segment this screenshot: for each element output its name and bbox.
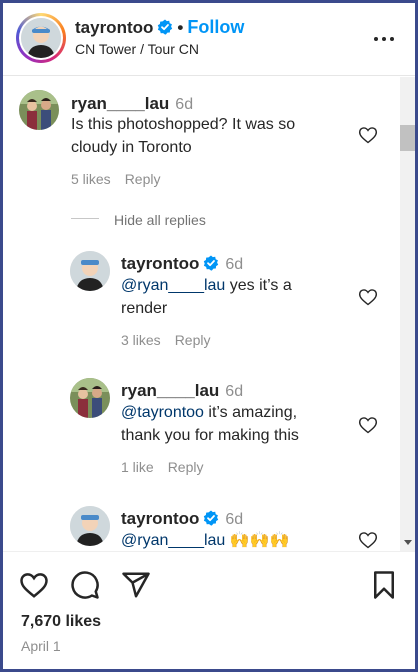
author-username[interactable]: tayrontoo [75,18,153,37]
post-location[interactable]: CN Tower / Tour CN [75,41,199,57]
comment-text: Is this photoshopped? It was so cloudy i… [71,116,296,156]
reply-button[interactable]: Reply [175,332,211,348]
verified-badge-icon [204,510,219,526]
scroll-down-arrow-icon[interactable] [404,540,412,545]
post-window: tayrontoo • Follow CN Tower / Tour CN ryan… [0,0,418,672]
mention-link[interactable]: @tayrontoo [121,404,204,421]
replier-avatar[interactable] [70,251,110,291]
scrollbar-thumb[interactable] [400,125,415,151]
comment-icon[interactable] [70,570,100,600]
reply-button[interactable]: Reply [168,459,204,475]
mention-link[interactable]: @ryan____lau [121,532,225,549]
replies-divider [71,218,99,219]
commenter-avatar[interactable] [19,90,59,130]
reply-time: 6d [225,511,244,528]
share-icon[interactable] [121,570,151,600]
author-username-row: tayrontoo • Follow [75,17,244,38]
mention-link[interactable]: @ryan____lau [121,277,225,294]
verified-badge-icon [158,19,173,35]
more-horizontal-icon[interactable] [372,27,396,51]
heart-icon[interactable] [358,125,378,145]
reply-text: @ryan____lau 🙌🙌🙌 [121,529,336,551]
heart-icon[interactable] [358,287,378,307]
replier-avatar[interactable] [70,378,110,418]
replier-avatar[interactable] [70,506,110,546]
comment-username-row: ryan____lau 6d [71,94,193,114]
separator-dot: • [177,18,184,37]
author-story-ring[interactable] [16,13,66,63]
comment-meta: 5 likes Reply [71,171,160,187]
post-likes-count[interactable]: 7,670 likes [21,613,101,631]
post-actions: 7,670 likes April 1 [3,551,415,669]
reply-time: 6d [225,383,244,400]
reply-text: @tayrontoo it’s amazing, thank you for m… [121,401,336,447]
heart-icon[interactable] [19,570,49,600]
reply-username[interactable]: ryan____lau [121,381,219,400]
reply-button[interactable]: Reply [125,171,161,187]
reply-username-row: tayrontoo 6d [121,509,243,529]
reply-meta: 1 like Reply [121,459,203,475]
post-header: tayrontoo • Follow CN Tower / Tour CN [3,3,415,76]
comments-panel: ryan____lau 6d Is this photoshopped? It w… [3,77,415,551]
bookmark-icon[interactable] [369,570,399,600]
reply-body: 🙌🙌🙌 [225,532,290,549]
reply-username[interactable]: tayrontoo [121,254,199,273]
reply-likes[interactable]: 1 like [121,459,154,475]
heart-icon[interactable] [358,415,378,435]
author-avatar [21,18,61,58]
reply-meta: 3 likes Reply [121,332,210,348]
reply-time: 6d [225,256,244,273]
reply-username-row: tayrontoo 6d [121,254,243,274]
reply-username-row: ryan____lau 6d [121,381,243,401]
post-date: April 1 [21,638,61,654]
comment-username[interactable]: ryan____lau [71,94,169,113]
comment-likes[interactable]: 5 likes [71,171,111,187]
reply-likes[interactable]: 3 likes [121,332,161,348]
reply-username[interactable]: tayrontoo [121,509,199,528]
follow-button[interactable]: Follow [187,17,244,37]
comment-time: 6d [175,96,194,113]
heart-icon[interactable] [358,530,378,550]
comments-scrollbar[interactable] [400,77,415,551]
verified-badge-icon [204,255,219,271]
reply-text: @ryan____lau yes it’s a render [121,274,321,320]
hide-replies-button[interactable]: Hide all replies [114,212,206,228]
